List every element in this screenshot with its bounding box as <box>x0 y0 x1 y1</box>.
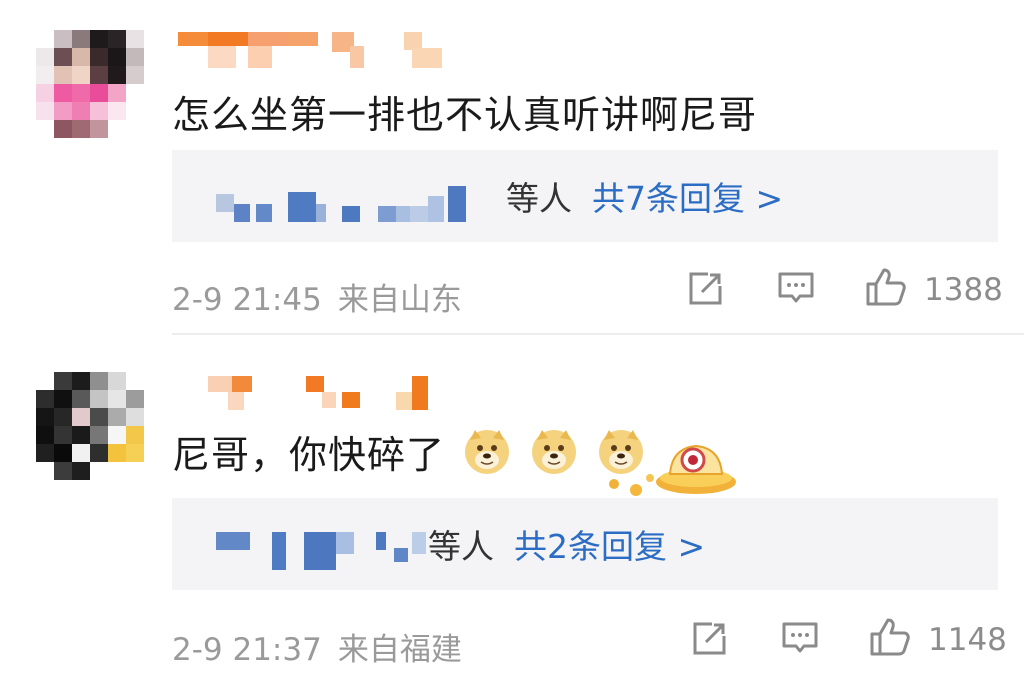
pixelated-names <box>216 194 234 212</box>
comment-location: 来自福建 <box>337 632 462 668</box>
replies-preview[interactable]: 等人 共7条回复 > <box>172 150 998 242</box>
view-replies-link[interactable]: 共2条回复 > <box>514 527 705 566</box>
reply-users-suffix: 等人 <box>428 527 494 566</box>
username[interactable] <box>172 28 472 68</box>
username[interactable] <box>172 374 452 414</box>
like-count: 1148 <box>928 622 1007 658</box>
share-icon[interactable] <box>690 620 728 658</box>
like-count: 1388 <box>924 272 1003 308</box>
comment-text: 尼哥，你快碎了 <box>172 424 646 479</box>
view-replies-link[interactable]: 共7条回复 > <box>592 179 783 218</box>
comment-icon[interactable] <box>776 270 816 308</box>
comment-time: 2-9 21:37 <box>172 632 322 668</box>
comment-text: 怎么坐第一排也不认真听讲啊尼哥 <box>172 93 758 137</box>
doge-emoji <box>465 430 510 474</box>
avatar[interactable] <box>36 372 144 480</box>
like-icon[interactable] <box>868 616 912 658</box>
doge-emoji <box>532 430 577 474</box>
comment-item: 尼哥，你快碎了 等人 共2条回复 > 2-9 21:37 来自福建 1148 <box>0 334 1024 681</box>
like-icon[interactable] <box>864 266 908 308</box>
reply-users-suffix: 等人 <box>506 179 572 218</box>
comment-icon[interactable] <box>780 620 820 658</box>
comment-location: 来自山东 <box>337 282 462 318</box>
ufo-badge-icon <box>609 444 736 496</box>
avatar[interactable] <box>36 30 144 138</box>
share-icon[interactable] <box>686 270 724 308</box>
replies-preview[interactable]: 等人 共2条回复 > <box>172 498 998 590</box>
comment-time: 2-9 21:45 <box>172 282 322 318</box>
comment-item: 怎么坐第一排也不认真听讲啊尼哥 等人 共7条回复 > 2-9 21:45 来自山东 <box>0 0 1024 334</box>
